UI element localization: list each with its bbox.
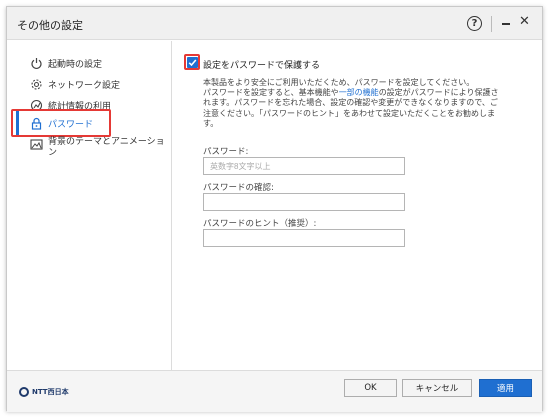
close-button[interactable]: ✕ [519, 14, 530, 29]
password-hint-field[interactable] [203, 229, 405, 247]
sidebar-item-label: ネットワーク設定 [48, 80, 121, 91]
confirm-password-field[interactable] [203, 193, 405, 211]
cancel-button[interactable]: キャンセル [402, 379, 472, 397]
password-panel: 設定をパスワードで保護する 本製品をより安全にご利用いただくため、パスワードを設… [172, 41, 542, 370]
footer: NTT西日本 OK キャンセル 適用 [7, 370, 542, 412]
description-line: す。 [203, 118, 219, 128]
description-line: 注意ください。「パスワードのヒント」をあわせて設定いただくことをお勧めしま [203, 108, 495, 118]
help-button[interactable]: ? [467, 16, 482, 31]
description-line: 本製品をより安全にご利用いただくため、パスワードを設定してください。 [203, 78, 475, 87]
apply-button[interactable]: 適用 [479, 379, 532, 397]
ntt-logo-icon [19, 387, 29, 397]
check-icon [188, 59, 197, 67]
title-bar: その他の設定 ? ✕ [7, 7, 542, 40]
description-line: れます。パスワードを忘れた場合、設定の確認や変更ができなくなりますので、ご [203, 98, 498, 108]
sidebar-item-label: 起動時の設定 [48, 59, 103, 70]
protect-checkbox-label[interactable]: 設定をパスワードで保護する [203, 58, 320, 71]
sidebar-item-label: 背景のテーマとアニメーション [48, 137, 165, 158]
confirm-label: パスワードの確認: [203, 183, 274, 193]
sidebar-item-theme[interactable]: 背景のテーマとアニメーション [29, 137, 166, 165]
ntt-west-logo: NTT西日本 [19, 387, 69, 397]
hint-label: パスワードのヒント（推奨）: [203, 219, 317, 229]
password-label: パスワード: [203, 147, 249, 157]
sidebar: 起動時の設定 ネットワーク設定 統計情報の利用 パスワード 背景のテーマとアニメ… [7, 41, 172, 370]
window-title: その他の設定 [17, 19, 83, 32]
logo-text: NTT西日本 [32, 388, 69, 396]
password-highlight-frame [11, 109, 111, 137]
power-icon [29, 56, 43, 70]
ok-button[interactable]: OK [344, 379, 397, 397]
gear-icon [29, 77, 43, 91]
picture-icon [29, 137, 43, 151]
sidebar-item-network[interactable]: ネットワーク設定 [29, 75, 120, 93]
description-line: パスワードを設定すると、基本機能や一部の機能の設定がパスワードにより保護さ [203, 88, 499, 98]
partial-features-link[interactable]: 一部の機能 [339, 88, 379, 97]
sidebar-item-startup[interactable]: 起動時の設定 [29, 54, 102, 72]
protect-checkbox[interactable] [187, 57, 198, 68]
settings-window: その他の設定 ? ✕ 起動時の設定 ネットワーク設定 統計情報の利用 パスワード… [6, 6, 543, 412]
minimize-button[interactable] [502, 23, 510, 25]
description: 本製品をより安全にご利用いただくため、パスワードを設定してください。 パスワード… [203, 78, 528, 129]
password-field[interactable] [203, 157, 405, 175]
titlebar-divider [491, 16, 492, 32]
